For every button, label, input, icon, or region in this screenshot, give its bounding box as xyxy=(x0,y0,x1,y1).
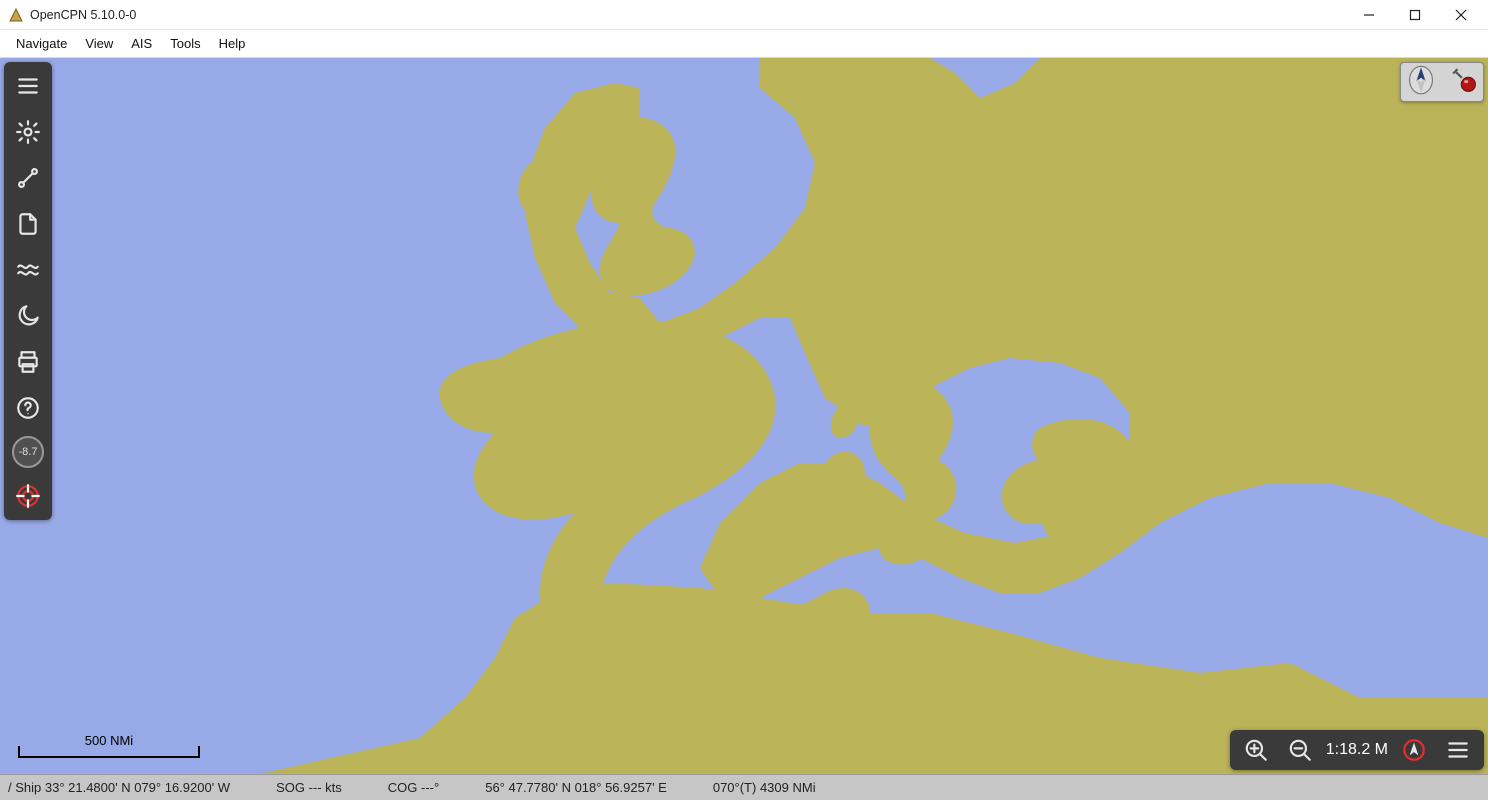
window-title: OpenCPN 5.10.0-0 xyxy=(30,8,136,22)
bottom-right-toolbar: 1:18.2 M xyxy=(1230,730,1484,770)
chart-download-button[interactable] xyxy=(10,206,46,242)
window-titlebar: OpenCPN 5.10.0-0 xyxy=(0,0,1488,30)
map-landmass xyxy=(0,58,1488,774)
north-up-icon xyxy=(1407,64,1435,101)
night-mode-button[interactable] xyxy=(10,298,46,334)
app-icon xyxy=(8,7,24,23)
menu-tools[interactable]: Tools xyxy=(162,32,208,55)
master-menu-button[interactable] xyxy=(10,68,46,104)
status-cog: COG ---° xyxy=(388,780,439,795)
status-bearing-distance: 070°(T) 4309 NMi xyxy=(713,780,816,795)
scale-indicator: 500 NMi xyxy=(18,733,200,758)
canvas-menu-button[interactable] xyxy=(1440,732,1476,768)
mob-button[interactable] xyxy=(10,478,46,514)
menu-help[interactable]: Help xyxy=(211,32,254,55)
menubar: Navigate View AIS Tools Help xyxy=(0,30,1488,58)
close-button[interactable] xyxy=(1438,0,1484,30)
status-ship-position: / Ship 33° 21.4800' N 079° 16.9200' W xyxy=(8,780,230,795)
plugin-badge[interactable]: -8.7 xyxy=(12,436,44,468)
zoom-out-button[interactable] xyxy=(1282,732,1318,768)
compass-indicator[interactable] xyxy=(1400,62,1484,102)
zoom-in-button[interactable] xyxy=(1238,732,1274,768)
gps-status-icon xyxy=(1451,67,1477,98)
status-cursor-position: 56° 47.7780' N 018° 56.9257' E xyxy=(485,780,667,795)
minimize-button[interactable] xyxy=(1346,0,1392,30)
left-toolbar: -8.7 xyxy=(4,62,52,520)
chart-scale-readout: 1:18.2 M xyxy=(1326,741,1388,759)
menu-navigate[interactable]: Navigate xyxy=(8,32,75,55)
follow-ship-button[interactable] xyxy=(1396,732,1432,768)
statusbar: / Ship 33° 21.4800' N 079° 16.9200' W SO… xyxy=(0,774,1488,800)
settings-button[interactable] xyxy=(10,114,46,150)
maximize-button[interactable] xyxy=(1392,0,1438,30)
tides-button[interactable] xyxy=(10,252,46,288)
menu-view[interactable]: View xyxy=(77,32,121,55)
menu-ais[interactable]: AIS xyxy=(123,32,160,55)
status-sog: SOG --- kts xyxy=(276,780,342,795)
help-button[interactable] xyxy=(10,390,46,426)
chart-canvas[interactable]: -8.7 500 NMi 1:18.2 M xyxy=(0,58,1488,774)
print-button[interactable] xyxy=(10,344,46,380)
route-button[interactable] xyxy=(10,160,46,196)
